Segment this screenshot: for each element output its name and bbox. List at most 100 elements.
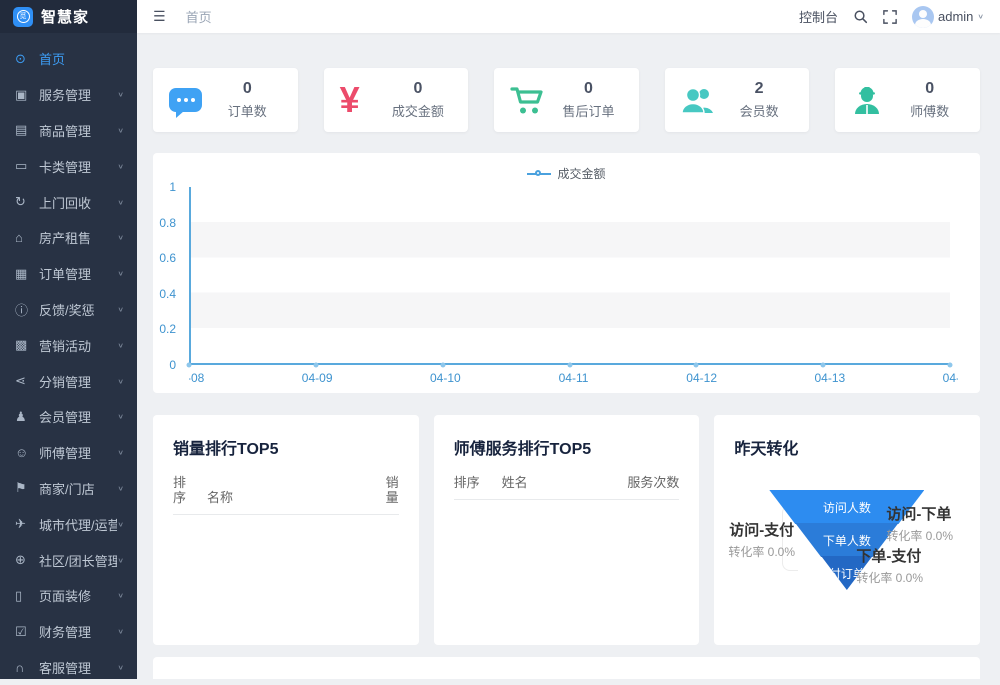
top-header: ☰ 首页 控制台 admin ∨ xyxy=(137,0,1000,33)
bottom-panels-row: 销量排行TOP5 排序 名称 销量 师傅服务排行TOP5 排序 姓名 服务次数 … xyxy=(153,415,980,645)
sidebar-item-flag[interactable]: ⚑ 商家/门店 ∨ xyxy=(0,471,137,507)
column-header: 排序 xyxy=(454,475,492,490)
sidebar-item-goods-bag[interactable]: ▤ 商品管理 ∨ xyxy=(0,113,137,149)
conversion-funnel-panel: 昨天转化 访问人数 下单人数 支付订单数 访问-下单 转化率 0.0% 下单-支… xyxy=(714,415,980,645)
stat-value: 0 xyxy=(895,80,964,98)
sidebar-item-briefcase[interactable]: ▣ 服务管理 ∨ xyxy=(0,77,137,113)
storefront-icon: ▩ xyxy=(15,337,39,353)
sidebar-item-home[interactable]: ⊙ 首页 xyxy=(0,41,137,77)
sidebar-menu: ⊙ 首页 ▣ 服务管理 ∨ ▤ 商品管理 ∨ ▭ 卡类管理 ∨ ↻ 上门回收 ∨… xyxy=(0,33,137,685)
chevron-down-icon: ∨ xyxy=(117,628,124,636)
user-menu[interactable]: admin ∨ xyxy=(912,6,984,28)
y-tick-label: 0.4 xyxy=(159,287,176,301)
sidebar-item-storefront[interactable]: ▩ 营销活动 ∨ xyxy=(0,327,137,363)
master-rank-panel: 师傅服务排行TOP5 排序 姓名 服务次数 xyxy=(434,415,700,645)
users-icon xyxy=(681,85,725,115)
fullscreen-icon[interactable] xyxy=(883,10,897,24)
chevron-down-icon: ∨ xyxy=(117,592,124,600)
y-tick-label: 1 xyxy=(169,180,176,194)
line-series-marker-icon xyxy=(527,173,551,175)
chevron-down-icon: ∨ xyxy=(117,198,124,206)
sidebar-item-clipboard[interactable]: ▯ 页面装修 ∨ xyxy=(0,578,137,614)
sidebar-item-building[interactable]: ⌂ 房产租售 ∨ xyxy=(0,220,137,256)
share-nodes-icon: ⋖ xyxy=(15,373,39,389)
column-header: 名称 xyxy=(197,490,375,505)
stat-label: 师傅数 xyxy=(895,101,964,120)
avatar xyxy=(912,6,934,28)
app-logo[interactable]: 觅 智慧家 xyxy=(0,0,137,33)
panel-title: 昨天转化 xyxy=(734,435,960,459)
breadcrumb[interactable]: 首页 xyxy=(186,7,212,26)
stat-label: 订单数 xyxy=(213,101,282,120)
y-axis-labels: 00.20.40.60.81 xyxy=(153,187,185,365)
chevron-down-icon: ∨ xyxy=(117,305,124,313)
sidebar-item-share-nodes[interactable]: ⋖ 分销管理 ∨ xyxy=(0,363,137,399)
funnel-stage-label: 访问人数 xyxy=(823,499,871,516)
clipboard-icon: ▯ xyxy=(15,588,39,604)
chevron-down-icon: ∨ xyxy=(117,341,124,349)
console-link[interactable]: 控制台 xyxy=(799,7,838,26)
x-tick-label: 04-13 xyxy=(814,371,845,385)
x-tick-label: 04-11 xyxy=(559,371,589,385)
stat-card-turnover[interactable]: ¥ 0 成交金额 xyxy=(324,68,469,132)
collapse-sidebar-icon[interactable]: ☰ xyxy=(153,8,166,25)
stat-card-aftersale[interactable]: 0 售后订单 xyxy=(494,68,639,132)
stat-card-members[interactable]: 2 会员数 xyxy=(665,68,810,132)
chat-bubble-icon xyxy=(169,88,213,112)
sidebar-item-headset[interactable]: ∩ 客服管理 ∨ xyxy=(0,650,137,685)
headset-icon: ∩ xyxy=(15,660,39,675)
stat-value: 0 xyxy=(213,80,282,98)
legend-label: 成交金额 xyxy=(557,165,605,182)
yen-icon: ¥ xyxy=(340,82,384,118)
sidebar-item-smiley-face[interactable]: ☺ 师傅管理 ∨ xyxy=(0,435,137,471)
smiley-face-icon: ☺ xyxy=(15,445,39,460)
building-icon: ⌂ xyxy=(15,230,39,245)
stat-card-orders[interactable]: 0 订单数 xyxy=(153,68,298,132)
sidebar-item-life-ring[interactable]: ⊕ 社区/团长管理 ∨ xyxy=(0,542,137,578)
card-icon: ▭ xyxy=(15,158,39,174)
sidebar-item-paper-plane[interactable]: ✈ 城市代理/运营 ∨ xyxy=(0,506,137,542)
sidebar-item-recycle[interactable]: ↻ 上门回收 ∨ xyxy=(0,184,137,220)
paper-plane-icon: ✈ xyxy=(15,516,39,532)
stat-card-masters[interactable]: 0 师傅数 xyxy=(835,68,980,132)
chevron-down-icon: ∨ xyxy=(117,91,124,99)
stat-label: 会员数 xyxy=(725,101,794,120)
y-tick-label: 0.6 xyxy=(159,251,176,265)
home-icon: ⊙ xyxy=(15,51,39,67)
stat-value: 2 xyxy=(725,80,794,98)
table-header: 排序 姓名 服务次数 xyxy=(454,475,680,500)
stat-label: 售后订单 xyxy=(554,101,623,120)
sidebar-item-info-circle[interactable]: ⓘ 反馈/奖惩 ∨ xyxy=(0,292,137,328)
search-icon[interactable] xyxy=(853,9,868,24)
recycle-icon: ↻ xyxy=(15,194,39,210)
chevron-down-icon: ∨ xyxy=(117,162,124,170)
column-header: 排序 xyxy=(173,475,197,505)
chevron-down-icon: ∨ xyxy=(117,449,124,457)
chevron-down-icon: ∨ xyxy=(117,377,124,385)
x-tick-label: 04-14 xyxy=(943,371,958,385)
chevron-down-icon: ∨ xyxy=(117,234,124,242)
chevron-down-icon: ∨ xyxy=(117,663,124,671)
plot-area xyxy=(189,187,950,365)
sidebar-item-user[interactable]: ♟ 会员管理 ∨ xyxy=(0,399,137,435)
x-tick-label: 04-09 xyxy=(302,371,333,385)
sidebar-item-card[interactable]: ▭ 卡类管理 ∨ xyxy=(0,148,137,184)
column-header: 服务次数 xyxy=(617,475,679,490)
header-actions: 控制台 admin ∨ xyxy=(799,6,984,28)
username: admin xyxy=(938,9,973,24)
info-circle-icon: ⓘ xyxy=(15,300,39,319)
chevron-down-icon: ∨ xyxy=(117,126,124,134)
sidebar-item-clipboard-check[interactable]: ☑ 财务管理 ∨ xyxy=(0,614,137,650)
life-ring-icon: ⊕ xyxy=(15,552,39,568)
printer-icon: ▦ xyxy=(15,266,39,282)
main-content: 0 订单数 ¥ 0 成交金额 0 售后订单 2 xyxy=(137,33,1000,679)
sidebar-item-printer[interactable]: ▦ 订单管理 ∨ xyxy=(0,256,137,292)
chevron-down-icon: ∨ xyxy=(117,270,124,278)
y-tick-label: 0.8 xyxy=(159,216,176,230)
legend-item[interactable]: 成交金额 xyxy=(153,165,980,182)
briefcase-icon: ▣ xyxy=(15,87,39,103)
stat-label: 成交金额 xyxy=(384,101,453,120)
stat-value: 0 xyxy=(384,80,453,98)
turnover-line-chart: 成交金额 00.20.40.60.81 04-0804-0904-1004-11… xyxy=(153,153,980,393)
chevron-down-icon: ∨ xyxy=(117,520,124,528)
